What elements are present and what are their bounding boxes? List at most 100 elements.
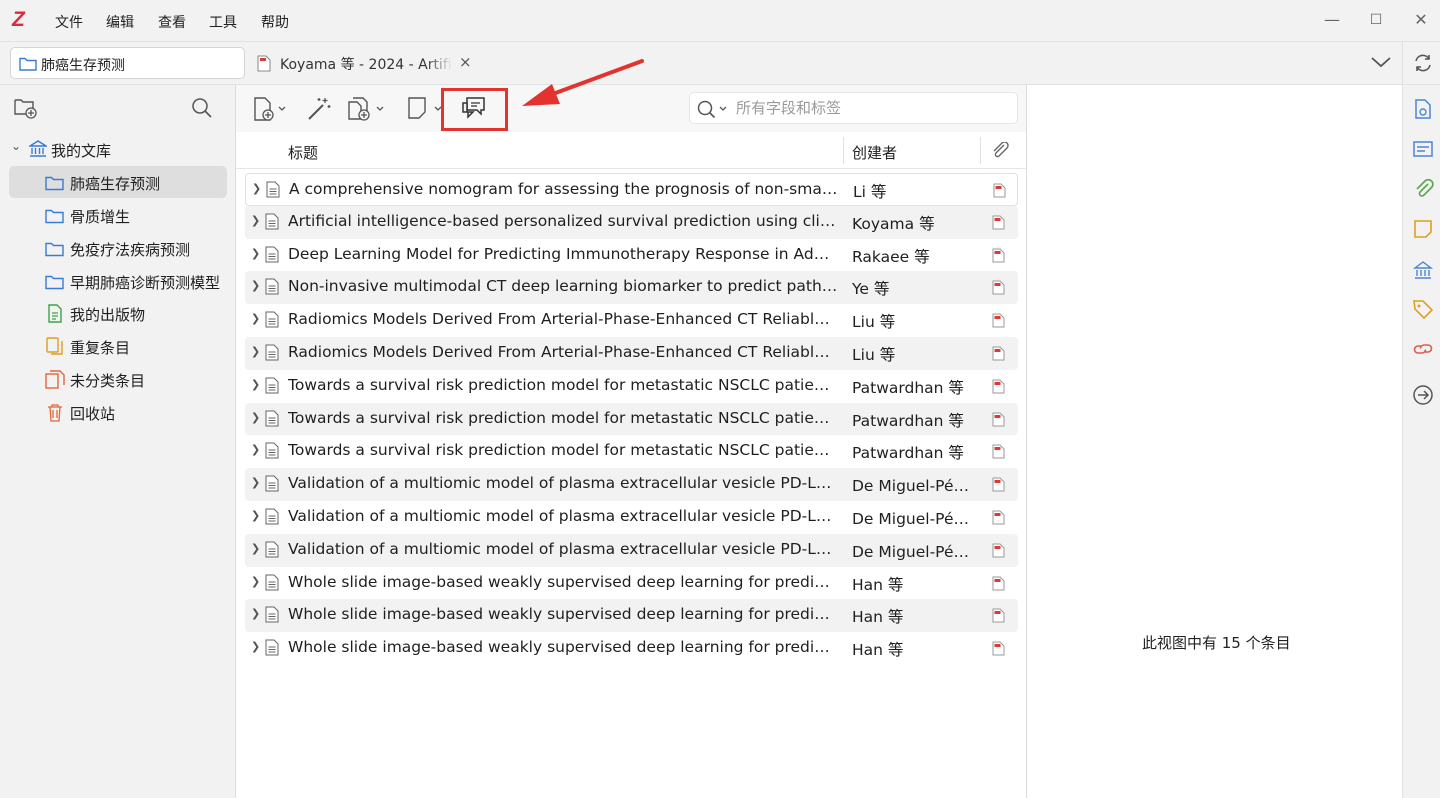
menu-file[interactable]: 文件 bbox=[55, 12, 83, 32]
new-item-icon[interactable] bbox=[252, 95, 290, 123]
table-row[interactable]: ❯ Deep Learning Model for Predicting Immu… bbox=[245, 239, 1018, 272]
chevron-right-icon[interactable]: ❯ bbox=[251, 509, 260, 522]
unfiled-items[interactable]: 未分类条目 bbox=[9, 363, 227, 395]
document-icon bbox=[265, 213, 279, 230]
table-row[interactable]: ❯ Non-invasive multimodal CT deep learnin… bbox=[245, 271, 1018, 305]
chevron-right-icon[interactable]: ❯ bbox=[251, 640, 260, 653]
pdf-icon[interactable] bbox=[992, 313, 1005, 328]
menu-view[interactable]: 查看 bbox=[158, 12, 186, 32]
item-title: Towards a survival risk prediction model… bbox=[288, 375, 838, 394]
table-row[interactable]: ❯ Towards a survival risk prediction mode… bbox=[245, 402, 1018, 436]
pdf-icon[interactable] bbox=[992, 412, 1005, 427]
new-note-icon[interactable] bbox=[406, 95, 446, 123]
chevron-right-icon[interactable]: ❯ bbox=[252, 182, 261, 195]
duplicate-items[interactable]: 重复条目 bbox=[9, 330, 227, 362]
menu-edit[interactable]: 编辑 bbox=[106, 12, 134, 32]
sync-icon[interactable] bbox=[1412, 52, 1434, 74]
pdf-icon[interactable] bbox=[992, 379, 1005, 394]
table-row[interactable]: ❯ Radiomics Models Derived From Arterial-… bbox=[245, 304, 1018, 337]
table-row[interactable]: ❯ Radiomics Models Derived From Arterial-… bbox=[245, 336, 1018, 370]
items-table-header: 标题 创建者 bbox=[236, 132, 1026, 169]
search-input[interactable] bbox=[736, 99, 1006, 117]
pdf-icon[interactable] bbox=[992, 576, 1005, 591]
table-row[interactable]: ❯ Whole slide image-based weakly supervis… bbox=[245, 599, 1018, 633]
trash[interactable]: 回收站 bbox=[9, 396, 227, 428]
menu-tools[interactable]: 工具 bbox=[209, 12, 237, 32]
pdf-icon[interactable] bbox=[992, 248, 1005, 263]
chevron-right-icon[interactable]: ❯ bbox=[251, 378, 260, 391]
attachment-icon[interactable] bbox=[1412, 178, 1434, 200]
collection-lung-cancer-survival[interactable]: 肺癌生存预测 bbox=[9, 166, 227, 198]
close-window-button[interactable]: ✕ bbox=[1411, 10, 1431, 30]
chevron-right-icon[interactable]: ❯ bbox=[251, 607, 260, 620]
pdf-icon[interactable] bbox=[992, 215, 1005, 230]
sync-area bbox=[1403, 42, 1440, 85]
pdf-icon[interactable] bbox=[992, 608, 1005, 623]
tag-icon[interactable] bbox=[1412, 298, 1434, 320]
minimize-button[interactable]: — bbox=[1322, 10, 1342, 30]
chevron-right-icon[interactable]: ❯ bbox=[251, 247, 260, 260]
item-creator: Patwardhan 等 bbox=[852, 444, 964, 463]
search-box[interactable] bbox=[689, 92, 1018, 124]
collection-immunotherapy[interactable]: 免疫疗法疾病预测 bbox=[9, 232, 227, 264]
pdf-icon[interactable] bbox=[993, 183, 1006, 198]
chevron-right-icon[interactable]: ❯ bbox=[251, 345, 260, 358]
table-row[interactable]: ❯ Validation of a multiomic model of plas… bbox=[245, 468, 1018, 501]
column-separator[interactable] bbox=[843, 137, 844, 164]
column-header-title[interactable]: 标题 bbox=[288, 142, 318, 163]
pane-divider[interactable] bbox=[1026, 85, 1027, 798]
table-row[interactable]: ❯ Whole slide image-based weakly supervis… bbox=[245, 632, 1018, 665]
table-row[interactable]: ❯ Towards a survival risk prediction mode… bbox=[245, 370, 1018, 403]
locate-icon[interactable] bbox=[1412, 384, 1434, 406]
abstract-icon[interactable] bbox=[1412, 138, 1434, 160]
pdf-icon[interactable] bbox=[992, 543, 1005, 558]
pdf-icon[interactable] bbox=[992, 641, 1005, 656]
libraries-collections-icon[interactable] bbox=[1412, 258, 1434, 280]
pdf-icon[interactable] bbox=[992, 510, 1005, 525]
info-icon[interactable] bbox=[1412, 98, 1434, 120]
table-row[interactable]: ❯ A comprehensive nomogram for assessing … bbox=[245, 173, 1018, 206]
magic-wand-icon[interactable] bbox=[306, 95, 332, 123]
table-row[interactable]: ❯ Validation of a multiomic model of plas… bbox=[245, 501, 1018, 534]
pdf-icon[interactable] bbox=[992, 477, 1005, 492]
table-row[interactable]: ❯ Whole slide image-based weakly supervis… bbox=[245, 567, 1018, 600]
chevron-down-icon[interactable]: ⌄ bbox=[11, 139, 21, 153]
pdf-icon[interactable] bbox=[992, 280, 1005, 295]
table-row[interactable]: ❯ Artificial intelligence-based personali… bbox=[245, 205, 1018, 239]
collection-early-lung-cancer[interactable]: 早期肺癌诊断预测模型 bbox=[9, 265, 227, 297]
pdf-icon bbox=[257, 55, 271, 72]
table-row[interactable]: ❯ Validation of a multiomic model of plas… bbox=[245, 533, 1018, 567]
chevron-right-icon[interactable]: ❯ bbox=[251, 476, 260, 489]
new-collection-icon[interactable] bbox=[14, 97, 38, 119]
tab-library[interactable]: 肺癌生存预测 bbox=[10, 47, 245, 79]
column-separator[interactable] bbox=[980, 137, 981, 164]
search-icon[interactable] bbox=[191, 97, 213, 119]
tab-pdf[interactable]: Koyama 等 - 2024 - Artificial intelligenc… bbox=[254, 47, 476, 79]
chevron-right-icon[interactable]: ❯ bbox=[251, 542, 260, 555]
paperclip-icon[interactable] bbox=[990, 142, 1010, 160]
collection-bone-hyperplasia[interactable]: 骨质增生 bbox=[9, 199, 227, 231]
document-icon bbox=[265, 246, 279, 263]
notes-icon[interactable] bbox=[1412, 218, 1434, 240]
pdf-icon[interactable] bbox=[992, 346, 1005, 361]
chevron-right-icon[interactable]: ❯ bbox=[251, 411, 260, 424]
chevron-right-icon[interactable]: ❯ bbox=[251, 443, 260, 456]
add-attachment-icon[interactable] bbox=[346, 95, 390, 123]
related-icon[interactable] bbox=[1412, 338, 1434, 360]
chevron-right-icon[interactable]: ❯ bbox=[251, 214, 260, 227]
maximize-button[interactable]: ☐ bbox=[1366, 10, 1386, 30]
document-icon bbox=[265, 410, 279, 427]
chevron-right-icon[interactable]: ❯ bbox=[251, 575, 260, 588]
chevron-down-icon[interactable] bbox=[1368, 52, 1394, 72]
menu-help[interactable]: 帮助 bbox=[261, 12, 289, 32]
column-header-creator[interactable]: 创建者 bbox=[852, 142, 897, 163]
chevron-right-icon[interactable]: ❯ bbox=[251, 279, 260, 292]
my-publications[interactable]: 我的出版物 bbox=[9, 297, 227, 329]
tab-close-button[interactable]: × bbox=[459, 53, 472, 71]
chevron-right-icon[interactable]: ❯ bbox=[251, 312, 260, 325]
pdf-icon[interactable] bbox=[992, 444, 1005, 459]
tree-item-my-library[interactable]: ⌄ 我的文库 bbox=[9, 133, 227, 165]
table-row[interactable]: ❯ Towards a survival risk prediction mode… bbox=[245, 435, 1018, 468]
publications-icon bbox=[48, 304, 62, 323]
search-icon[interactable] bbox=[696, 99, 730, 119]
